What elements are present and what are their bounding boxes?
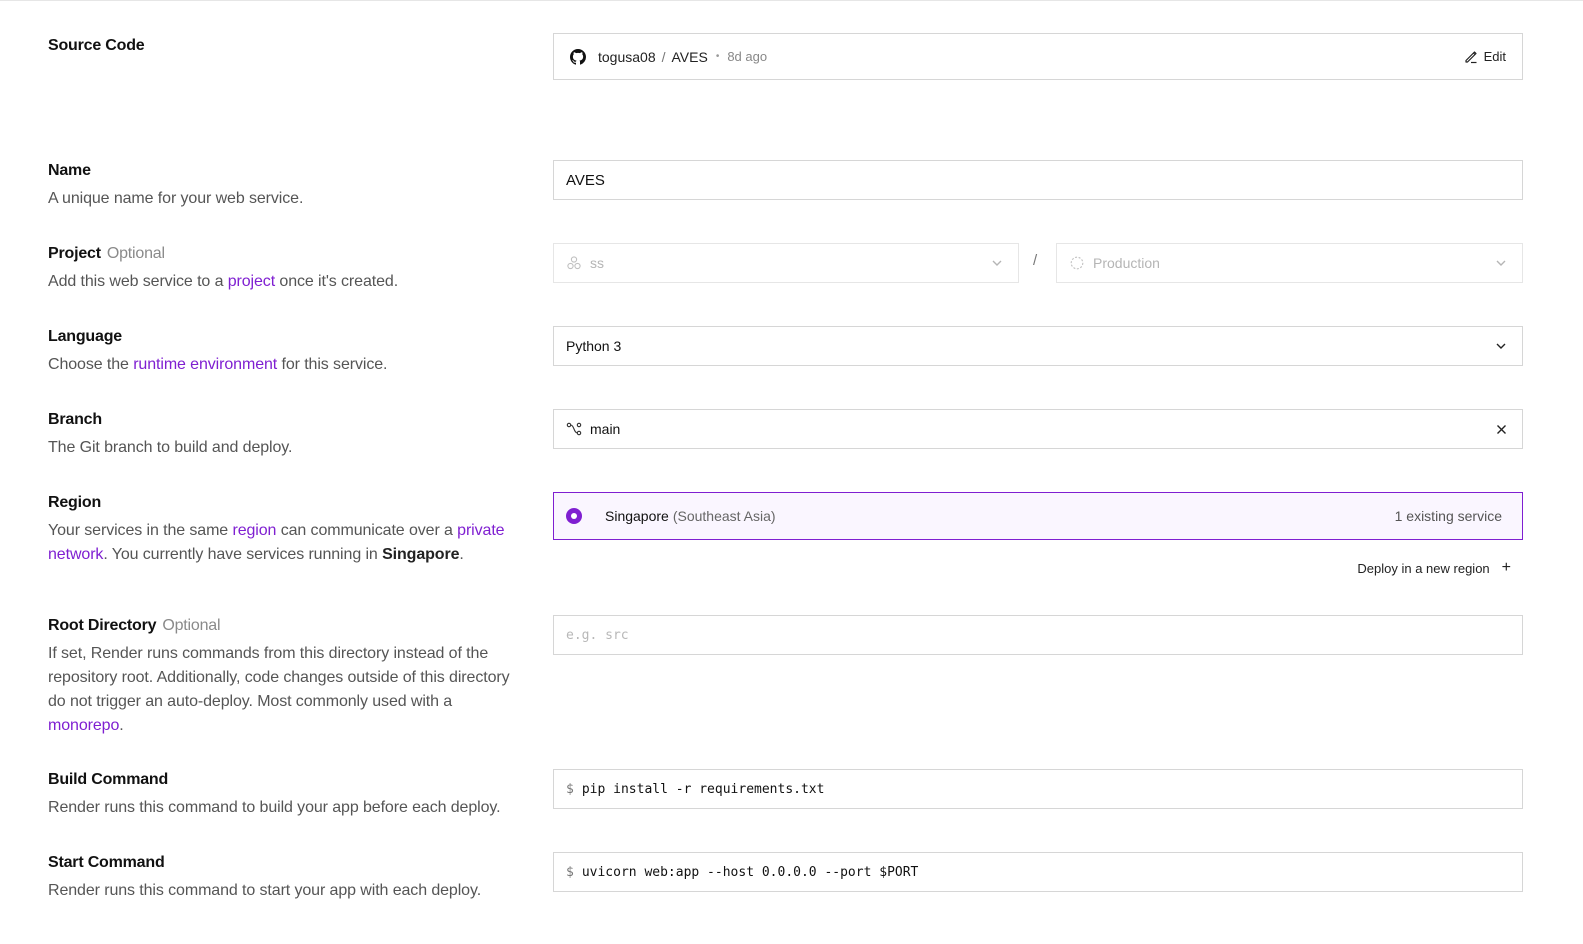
repo-name[interactable]: AVES: [672, 49, 708, 65]
region-option-sub: (Southeast Asia): [672, 508, 776, 524]
meta-dot: •: [715, 51, 720, 62]
project-title: Project: [48, 245, 101, 262]
deploy-new-region-label: Deploy in a new region: [1357, 560, 1490, 576]
build-command-input[interactable]: $ pip install -r requirements.txt: [553, 769, 1523, 809]
name-input-value: AVES: [566, 171, 605, 189]
plus-icon: +: [1501, 559, 1511, 576]
monorepo-link[interactable]: monorepo: [48, 717, 119, 734]
root-directory-optional: Optional: [162, 617, 221, 634]
start-command-desc: Render runs this command to start your a…: [48, 882, 482, 899]
region-link[interactable]: region: [232, 522, 276, 539]
radio-selected-icon[interactable]: [566, 508, 582, 524]
build-command-desc: Render runs this command to build your a…: [48, 799, 501, 816]
branch-input-value: main: [590, 421, 621, 437]
repo-owner[interactable]: togusa08: [598, 49, 656, 65]
repo-updated-time: 8d ago: [727, 49, 768, 64]
language-select[interactable]: Python 3: [553, 326, 1523, 366]
clear-branch-icon[interactable]: [1496, 424, 1507, 435]
project-select-value: ss: [590, 255, 604, 271]
project-icon: [567, 256, 581, 270]
branch-desc: The Git branch to build and deploy.: [48, 439, 293, 456]
project-env-separator: /: [1033, 252, 1038, 269]
edit-source-button[interactable]: Edit: [1464, 49, 1506, 64]
region-option-name: Singapore: [605, 508, 669, 524]
start-command-input[interactable]: $ uvicorn web:app --host 0.0.0.0 --port …: [553, 852, 1523, 892]
language-desc: Choose the runtime environment for this …: [48, 356, 388, 373]
source-code-title: Source Code: [48, 37, 145, 54]
git-branch-icon: [566, 422, 582, 436]
shell-prompt-icon: $: [566, 864, 574, 880]
start-command-title: Start Command: [48, 854, 165, 871]
github-icon: [570, 48, 586, 65]
name-input[interactable]: AVES: [553, 160, 1523, 200]
branch-input[interactable]: main: [553, 409, 1523, 449]
language-select-value: Python 3: [566, 338, 622, 354]
project-desc: Add this web service to a project once i…: [48, 273, 399, 290]
chevron-down-icon: [1496, 260, 1506, 266]
region-title: Region: [48, 494, 102, 511]
top-divider: [0, 0, 1583, 1]
language-title: Language: [48, 328, 122, 345]
region-option-singapore[interactable]: Singapore (Southeast Asia) 1 existing se…: [553, 492, 1523, 540]
branch-title: Branch: [48, 411, 102, 428]
name-desc: A unique name for your web service.: [48, 190, 304, 207]
project-optional: Optional: [106, 245, 165, 262]
pencil-icon: [1464, 50, 1477, 63]
runtime-environment-link[interactable]: runtime environment: [133, 356, 277, 373]
shell-prompt-icon: $: [566, 781, 574, 797]
chevron-down-icon: [992, 260, 1002, 266]
environment-select[interactable]: Production: [1056, 243, 1523, 283]
source-code-box: togusa08 / AVES • 8d ago Edit: [553, 33, 1523, 80]
chevron-down-icon: [1496, 343, 1506, 349]
environment-icon: [1070, 256, 1084, 270]
edit-label: Edit: [1483, 49, 1506, 64]
root-directory-desc: If set, Render runs commands from this d…: [48, 645, 510, 734]
deploy-new-region-button[interactable]: Deploy in a new region +: [1357, 559, 1511, 577]
build-command-value: pip install -r requirements.txt: [581, 781, 825, 797]
region-desc: Your services in the same region can com…: [48, 522, 505, 563]
start-command-value: uvicorn web:app --host 0.0.0.0 --port $P…: [581, 864, 919, 880]
repo-separator: /: [661, 48, 666, 65]
build-command-title: Build Command: [48, 771, 169, 788]
name-title: Name: [48, 162, 91, 179]
root-directory-title: Root Directory: [48, 617, 157, 634]
environment-select-value: Production: [1093, 255, 1160, 271]
region-option-count: 1 existing service: [1394, 508, 1502, 524]
root-directory-input[interactable]: [553, 615, 1523, 655]
project-select[interactable]: ss: [553, 243, 1019, 283]
project-link[interactable]: project: [228, 273, 275, 290]
